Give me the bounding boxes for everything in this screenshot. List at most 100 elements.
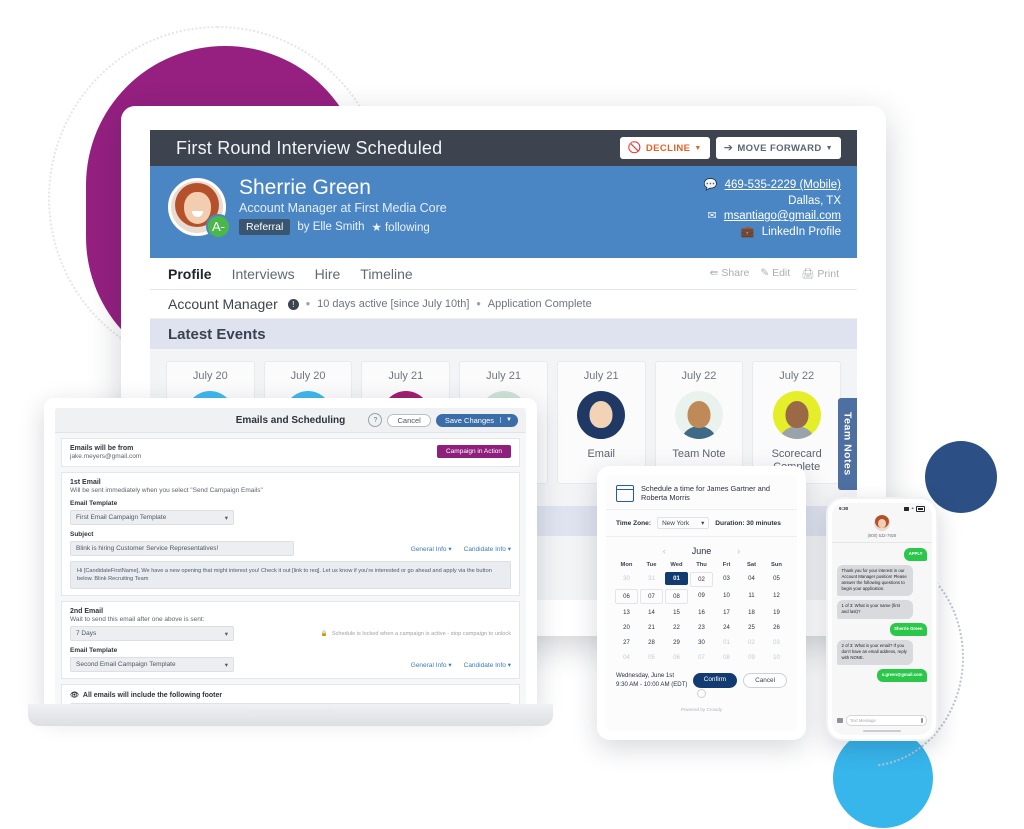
tab-interviews[interactable]: Interviews — [232, 266, 295, 282]
save-changes-label: Save Changes — [444, 415, 495, 425]
emails-scheduling-topbar: Emails and Scheduling ? Cancel Save Chan… — [55, 408, 526, 433]
event-date: July 22 — [681, 370, 717, 382]
scheduler-title: Schedule a time for James Gartner and Ro… — [641, 484, 770, 502]
save-changes-button[interactable]: Save Changes ▼ — [435, 413, 518, 427]
first-candidate-info-link[interactable]: Candidate Info ▾ — [464, 545, 511, 553]
calendar-day[interactable]: 12 — [765, 589, 788, 602]
tablet-cancel-button[interactable]: Cancel — [743, 673, 787, 688]
info-icon[interactable]: ! — [287, 298, 299, 310]
timezone-label: Time Zone: — [616, 519, 652, 527]
help-icon[interactable]: ? — [368, 413, 383, 427]
home-indicator — [863, 730, 901, 732]
calendar-day[interactable]: 24 — [715, 621, 738, 634]
separator: • — [305, 297, 311, 311]
calendar-day: 05 — [648, 654, 655, 661]
tab-hire[interactable]: Hire — [315, 266, 341, 282]
calendar-day[interactable]: 06 — [615, 589, 638, 604]
calendar-day: 02 — [748, 639, 755, 646]
team-notes-tab[interactable]: Team Notes — [838, 398, 857, 490]
camera-icon[interactable] — [837, 718, 843, 723]
month-nav: ‹ June › — [606, 537, 797, 560]
laptop-device: Emails and Scheduling ? Cancel Save Chan… — [28, 398, 553, 726]
avatar: A- — [168, 178, 231, 239]
calendar-day[interactable]: 10 — [715, 589, 738, 602]
next-month-button[interactable]: › — [737, 546, 740, 556]
phone-link[interactable]: 469-535-2229 (Mobile) — [725, 179, 841, 191]
chevron-down-icon: ▼ — [500, 417, 512, 423]
second-general-info-link[interactable]: General Info ▾ — [411, 661, 452, 669]
calendar-day[interactable]: 04 — [740, 572, 763, 585]
job-title: Account Manager — [168, 296, 278, 312]
calendar-day: 30 — [623, 575, 630, 582]
calendar-day[interactable]: 29 — [665, 636, 688, 649]
calendar-day[interactable]: 17 — [715, 606, 738, 619]
subject-input[interactable]: Blink is hiring Customer Service Represe… — [70, 541, 294, 556]
calendar-day[interactable]: 08 — [665, 589, 688, 604]
candidate-banner: A- Sherrie Green Account Manager at Firs… — [150, 166, 857, 258]
chevron-down-icon: ▼ — [694, 144, 702, 152]
calendar-day[interactable]: 16 — [690, 606, 713, 619]
calendar-day[interactable]: 02 — [690, 572, 713, 587]
event-label: Email — [587, 448, 615, 460]
calendar-day: 04 — [623, 654, 630, 661]
calendar-day[interactable]: 07 — [640, 589, 663, 604]
linkedin-row[interactable]: 💼 LinkedIn Profile — [704, 225, 841, 241]
first-email-body[interactable]: Hi [CandidateFirstName], We have a new o… — [70, 561, 511, 589]
share-button[interactable]: ⇚ Share — [710, 267, 750, 280]
first-general-info-link[interactable]: General Info ▾ — [411, 545, 452, 553]
laptop-base — [28, 704, 553, 726]
tab-profile[interactable]: Profile — [168, 266, 212, 282]
calendar-day[interactable]: 20 — [615, 621, 638, 634]
calendar-day[interactable]: 30 — [690, 636, 713, 649]
second-candidate-info-link[interactable]: Candidate Info ▾ — [464, 661, 511, 669]
calendar-day[interactable]: 26 — [765, 621, 788, 634]
calendar-dow: Mon — [620, 562, 633, 568]
edit-button[interactable]: ✎ Edit — [760, 267, 790, 280]
prev-month-button[interactable]: ‹ — [663, 546, 666, 556]
cancel-button[interactable]: Cancel — [387, 413, 431, 427]
second-email-panel: 2nd Email Wait to send this email after … — [61, 601, 520, 679]
calendar-day[interactable]: 21 — [640, 621, 663, 634]
move-forward-button[interactable]: ➔ MOVE FORWARD ▼ — [715, 137, 841, 159]
calendar-day[interactable]: 22 — [665, 621, 688, 634]
calendar-day[interactable]: 23 — [690, 621, 713, 634]
candidate-name: Sherrie Green — [239, 176, 371, 199]
calendar-day[interactable]: 09 — [690, 589, 713, 602]
timezone-select[interactable]: New York ▾ — [657, 517, 710, 529]
tabs-row: Profile Interviews Hire Timeline ⇚ Share… — [150, 258, 857, 290]
calendar-day[interactable]: 28 — [640, 636, 663, 649]
calendar-day[interactable]: 01 — [665, 572, 688, 585]
following-toggle[interactable]: ★ following — [371, 220, 429, 234]
event-date: July 21 — [388, 370, 424, 382]
header-actions: 🚫 DECLINE ▼ ➔ MOVE FORWARD ▼ — [619, 137, 847, 159]
calendar-day[interactable]: 03 — [715, 572, 738, 585]
event-avatar — [772, 391, 821, 439]
first-template-value: First Email Campaign Template — [76, 514, 167, 521]
confirm-button[interactable]: Confirm — [692, 673, 738, 688]
emails-from-label: Emails will be from — [70, 445, 134, 452]
scheduler-screen: Schedule a time for James Gartner and Ro… — [606, 475, 797, 731]
calendar-day[interactable]: 25 — [740, 621, 763, 634]
calendar-day[interactable]: 13 — [615, 606, 638, 619]
calendar-day[interactable]: 18 — [740, 606, 763, 619]
second-template-select[interactable]: Second Email Campaign Template ▾ — [70, 657, 234, 672]
calendar-day[interactable]: 05 — [765, 572, 788, 585]
contact-avatar[interactable] — [874, 514, 890, 531]
decline-button[interactable]: 🚫 DECLINE ▼ — [619, 137, 710, 159]
calendar-day[interactable]: 15 — [665, 606, 688, 619]
email-link[interactable]: msantiago@gmail.com — [724, 210, 841, 222]
calendar-day[interactable]: 27 — [615, 636, 638, 649]
calendar-day[interactable]: 19 — [765, 606, 788, 619]
second-email-subtitle: Wait to send this email after one above … — [70, 616, 205, 623]
chat-icon: 💬 — [703, 179, 718, 191]
calendar-day[interactable]: 11 — [740, 589, 763, 602]
referral-badge: Referral — [239, 219, 291, 235]
subject-value: Blink is hiring Customer Service Represe… — [76, 545, 219, 552]
delay-select[interactable]: 7 Days ▾ — [70, 626, 234, 641]
first-template-select[interactable]: First Email Campaign Template ▾ — [70, 510, 234, 525]
message-input[interactable]: Text Message — [846, 715, 927, 726]
tab-timeline[interactable]: Timeline — [360, 266, 412, 282]
microphone-icon[interactable] — [920, 718, 923, 723]
print-button[interactable]: 🖨 Print — [801, 267, 839, 280]
calendar-day[interactable]: 14 — [640, 606, 663, 619]
